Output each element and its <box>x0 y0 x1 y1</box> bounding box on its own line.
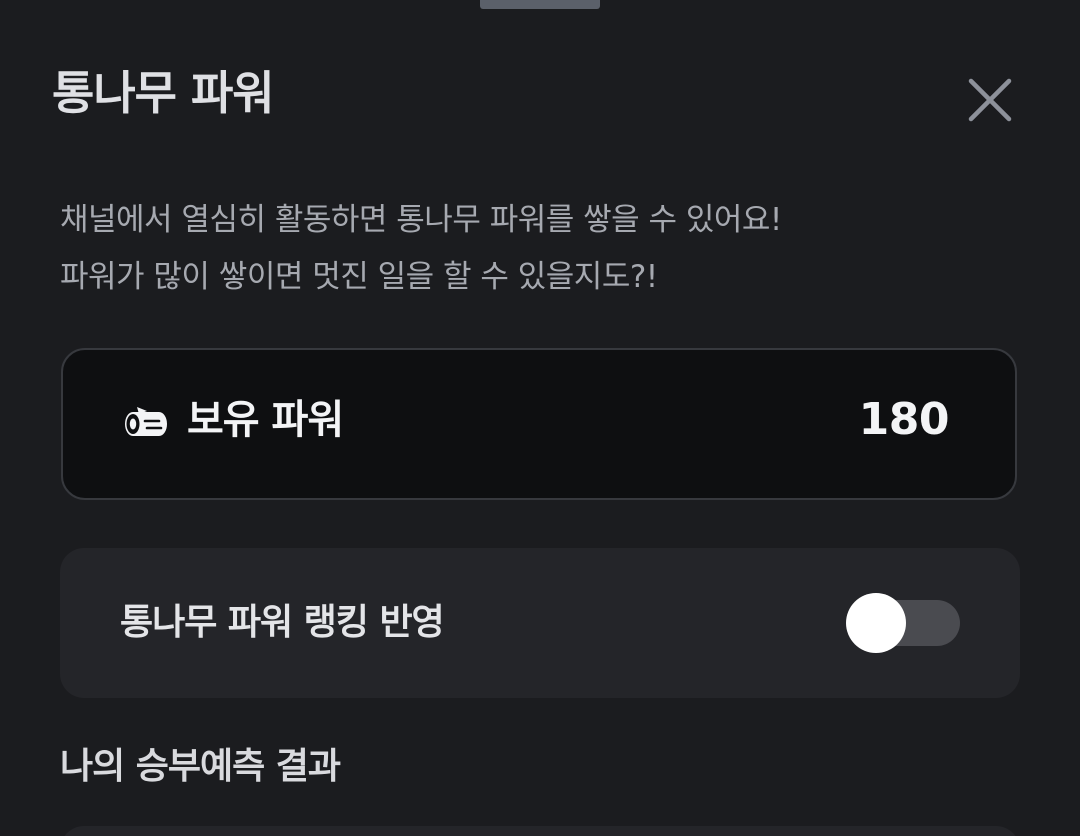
close-button[interactable] <box>962 72 1018 128</box>
description-line-2: 파워가 많이 쌓이면 멋진 일을 할 수 있을지도?! <box>60 259 658 295</box>
drag-handle[interactable] <box>480 0 600 9</box>
close-icon <box>968 78 1012 122</box>
prediction-section-title: 나의 승부예측 결과 <box>60 746 341 787</box>
log-icon <box>125 407 167 436</box>
owned-power-value: 180 <box>858 394 950 445</box>
prediction-result-card <box>60 826 1020 836</box>
toggle-knob <box>846 593 906 653</box>
ranking-setting-label: 통나무 파워 랭킹 반영 <box>120 602 445 643</box>
owned-power-label: 보유 파워 <box>187 397 344 443</box>
ranking-toggle[interactable] <box>846 592 962 654</box>
description-line-1: 채널에서 열심히 활동하면 통나무 파워를 쌓을 수 있어요! <box>60 202 782 238</box>
owned-power-card: 보유 파워 180 <box>61 348 1017 500</box>
ranking-setting-card: 통나무 파워 랭킹 반영 <box>60 548 1020 698</box>
sheet-description: 채널에서 열심히 활동하면 통나무 파워를 쌓을 수 있어요! 파워가 많이 쌓… <box>60 192 1020 306</box>
power-bottom-sheet: 통나무 파워 채널에서 열심히 활동하면 통나무 파워를 쌓을 수 있어요! 파… <box>0 0 1080 836</box>
sheet-title: 통나무 파워 <box>52 66 275 120</box>
